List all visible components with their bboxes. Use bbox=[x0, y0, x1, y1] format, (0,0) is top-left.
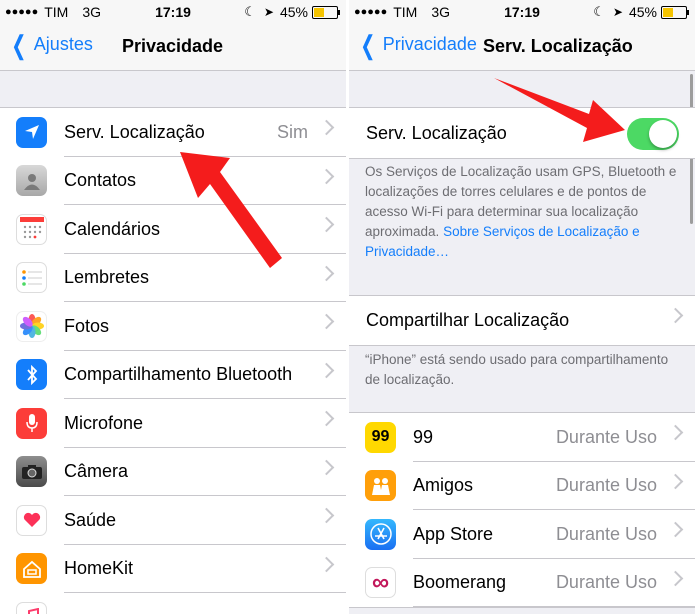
location-toggle-group: Serv. Localização bbox=[349, 107, 695, 159]
back-button-label: Privacidade bbox=[382, 34, 477, 54]
list-item-homekit[interactable]: HomeKit bbox=[0, 545, 346, 593]
app-permission-value: Durante Uso bbox=[555, 523, 657, 544]
app-label: 99 bbox=[413, 426, 434, 447]
app-row-amigos[interactable]: Amigos Durante Uso bbox=[349, 462, 695, 510]
homekit-icon bbox=[16, 553, 47, 585]
list-item-calendars[interactable]: Calendários bbox=[0, 205, 346, 254]
page-title: Serv. Localização bbox=[483, 36, 633, 56]
app-row-app-store[interactable]: App Store Durante Uso bbox=[349, 510, 695, 559]
boomerang-icon: ∞ bbox=[365, 567, 396, 599]
battery-percent: 45% bbox=[279, 4, 308, 20]
app-label: Amigos bbox=[413, 475, 474, 496]
item-label: Microfone bbox=[64, 412, 144, 433]
list-item-media-library-partial[interactable] bbox=[0, 593, 346, 614]
chevron-right-icon bbox=[318, 119, 335, 136]
app-permission-value: Durante Uso bbox=[555, 426, 657, 447]
share-location-row[interactable]: Compartilhar Localização bbox=[349, 296, 695, 345]
location-services-toggle-row: Serv. Localização bbox=[349, 108, 695, 158]
chevron-right-icon bbox=[318, 362, 335, 378]
item-label: Fotos bbox=[64, 315, 110, 336]
chevron-right-icon bbox=[318, 168, 335, 184]
location-services-screen: ●●●●● TIM 3G 17:19 ☾ ➤ 45% ❮ Privacidade… bbox=[349, 0, 695, 614]
microphone-icon bbox=[16, 407, 47, 439]
share-location-label: Compartilhar Localização bbox=[366, 309, 570, 330]
share-location-footer: “iPhone” está sendo usado para compartil… bbox=[365, 352, 669, 387]
do-not-disturb-moon-icon: ☾ bbox=[593, 4, 605, 19]
battery-icon bbox=[661, 5, 689, 19]
item-label: Lembretes bbox=[64, 267, 150, 288]
status-bar: ●●●●● TIM 3G 17:19 ☾ ➤ 45% bbox=[349, 0, 695, 24]
health-heart-icon bbox=[16, 504, 47, 536]
app-99-icon: 99 bbox=[365, 421, 396, 453]
location-services-switch[interactable] bbox=[627, 118, 679, 150]
list-item-location-services[interactable]: Serv. Localização Sim bbox=[0, 108, 346, 157]
chevron-left-icon: ❮ bbox=[11, 29, 27, 60]
reminders-icon bbox=[16, 262, 47, 294]
list-item-health[interactable]: Saúde bbox=[0, 496, 346, 545]
status-bar: ●●●●● TIM 3G 17:19 ☾ ➤ 45% bbox=[0, 0, 346, 24]
list-item-reminders[interactable]: Lembretes bbox=[0, 254, 346, 302]
list-item-contacts[interactable]: Contatos bbox=[0, 157, 346, 205]
item-value: Sim bbox=[277, 121, 308, 142]
item-label: HomeKit bbox=[64, 558, 134, 579]
chevron-right-icon bbox=[318, 507, 335, 524]
app-row-boomerang[interactable]: ∞ Boomerang Durante Uso bbox=[349, 559, 695, 607]
contacts-icon bbox=[16, 165, 47, 197]
chevron-right-icon bbox=[318, 265, 335, 281]
chevron-right-icon bbox=[667, 424, 684, 441]
page-title: Privacidade bbox=[122, 36, 224, 56]
list-item-microphone[interactable]: Microfone bbox=[0, 399, 346, 448]
photos-icon bbox=[16, 310, 47, 342]
chevron-right-icon bbox=[667, 570, 684, 586]
toggle-label: Serv. Localização bbox=[366, 122, 507, 143]
apps-location-list: 99 99 Durante Uso Amigos Durante Uso App… bbox=[349, 412, 695, 608]
calendar-icon bbox=[16, 213, 47, 245]
item-label: Compartilhamento Bluetooth bbox=[64, 364, 293, 385]
chevron-right-icon bbox=[318, 313, 335, 330]
chevron-right-icon bbox=[667, 521, 684, 538]
chevron-right-icon bbox=[318, 410, 335, 427]
location-arrow-icon bbox=[16, 116, 47, 148]
chevron-right-icon bbox=[667, 473, 684, 489]
navigation-bar: ❮ Ajustes Privacidade bbox=[0, 24, 346, 71]
app-row-99[interactable]: 99 99 Durante Uso bbox=[349, 413, 695, 462]
music-library-icon bbox=[16, 601, 47, 614]
item-label: Contatos bbox=[64, 170, 137, 191]
list-item-photos[interactable]: Fotos bbox=[0, 302, 346, 351]
back-button-ajustes[interactable]: ❮ Ajustes bbox=[8, 29, 93, 60]
chevron-left-icon: ❮ bbox=[360, 29, 376, 60]
chevron-right-icon bbox=[318, 216, 335, 233]
share-location-group: Compartilhar Localização bbox=[349, 295, 695, 346]
list-item-camera[interactable]: Câmera bbox=[0, 448, 346, 496]
location-services-status-icon: ➤ bbox=[263, 5, 274, 19]
app-store-icon bbox=[365, 518, 396, 550]
app-permission-value: Durante Uso bbox=[555, 475, 657, 496]
navigation-bar: ❮ Privacidade Serv. Localização bbox=[349, 24, 695, 71]
battery-percent: 45% bbox=[628, 4, 657, 20]
list-item-bluetooth-sharing[interactable]: Compartilhamento Bluetooth bbox=[0, 351, 346, 399]
chevron-right-icon bbox=[318, 556, 335, 572]
app-permission-value: Durante Uso bbox=[555, 572, 657, 593]
privacy-list: Serv. Localização Sim Contatos Calendári… bbox=[0, 107, 346, 614]
camera-icon bbox=[16, 456, 47, 488]
location-services-description: Os Serviços de Localização usam GPS, Blu… bbox=[365, 164, 677, 259]
item-label: Saúde bbox=[64, 509, 117, 530]
chevron-right-icon bbox=[667, 307, 684, 324]
back-button-label: Ajustes bbox=[33, 34, 93, 54]
do-not-disturb-moon-icon: ☾ bbox=[244, 4, 256, 19]
app-label: App Store bbox=[413, 523, 494, 544]
bluetooth-icon bbox=[16, 359, 47, 391]
item-label: Calendários bbox=[64, 218, 161, 239]
back-button-privacidade[interactable]: ❮ Privacidade bbox=[357, 29, 477, 60]
item-label: Câmera bbox=[64, 461, 129, 482]
location-services-status-icon: ➤ bbox=[612, 5, 623, 19]
battery-icon bbox=[312, 5, 340, 19]
item-label: Serv. Localização bbox=[64, 121, 205, 142]
chevron-right-icon bbox=[318, 459, 335, 475]
app-label: Boomerang bbox=[413, 572, 507, 593]
find-friends-icon bbox=[365, 470, 396, 502]
privacy-screen: ●●●●● TIM 3G 17:19 ☾ ➤ 45% ❮ Ajustes Pri… bbox=[0, 0, 346, 614]
